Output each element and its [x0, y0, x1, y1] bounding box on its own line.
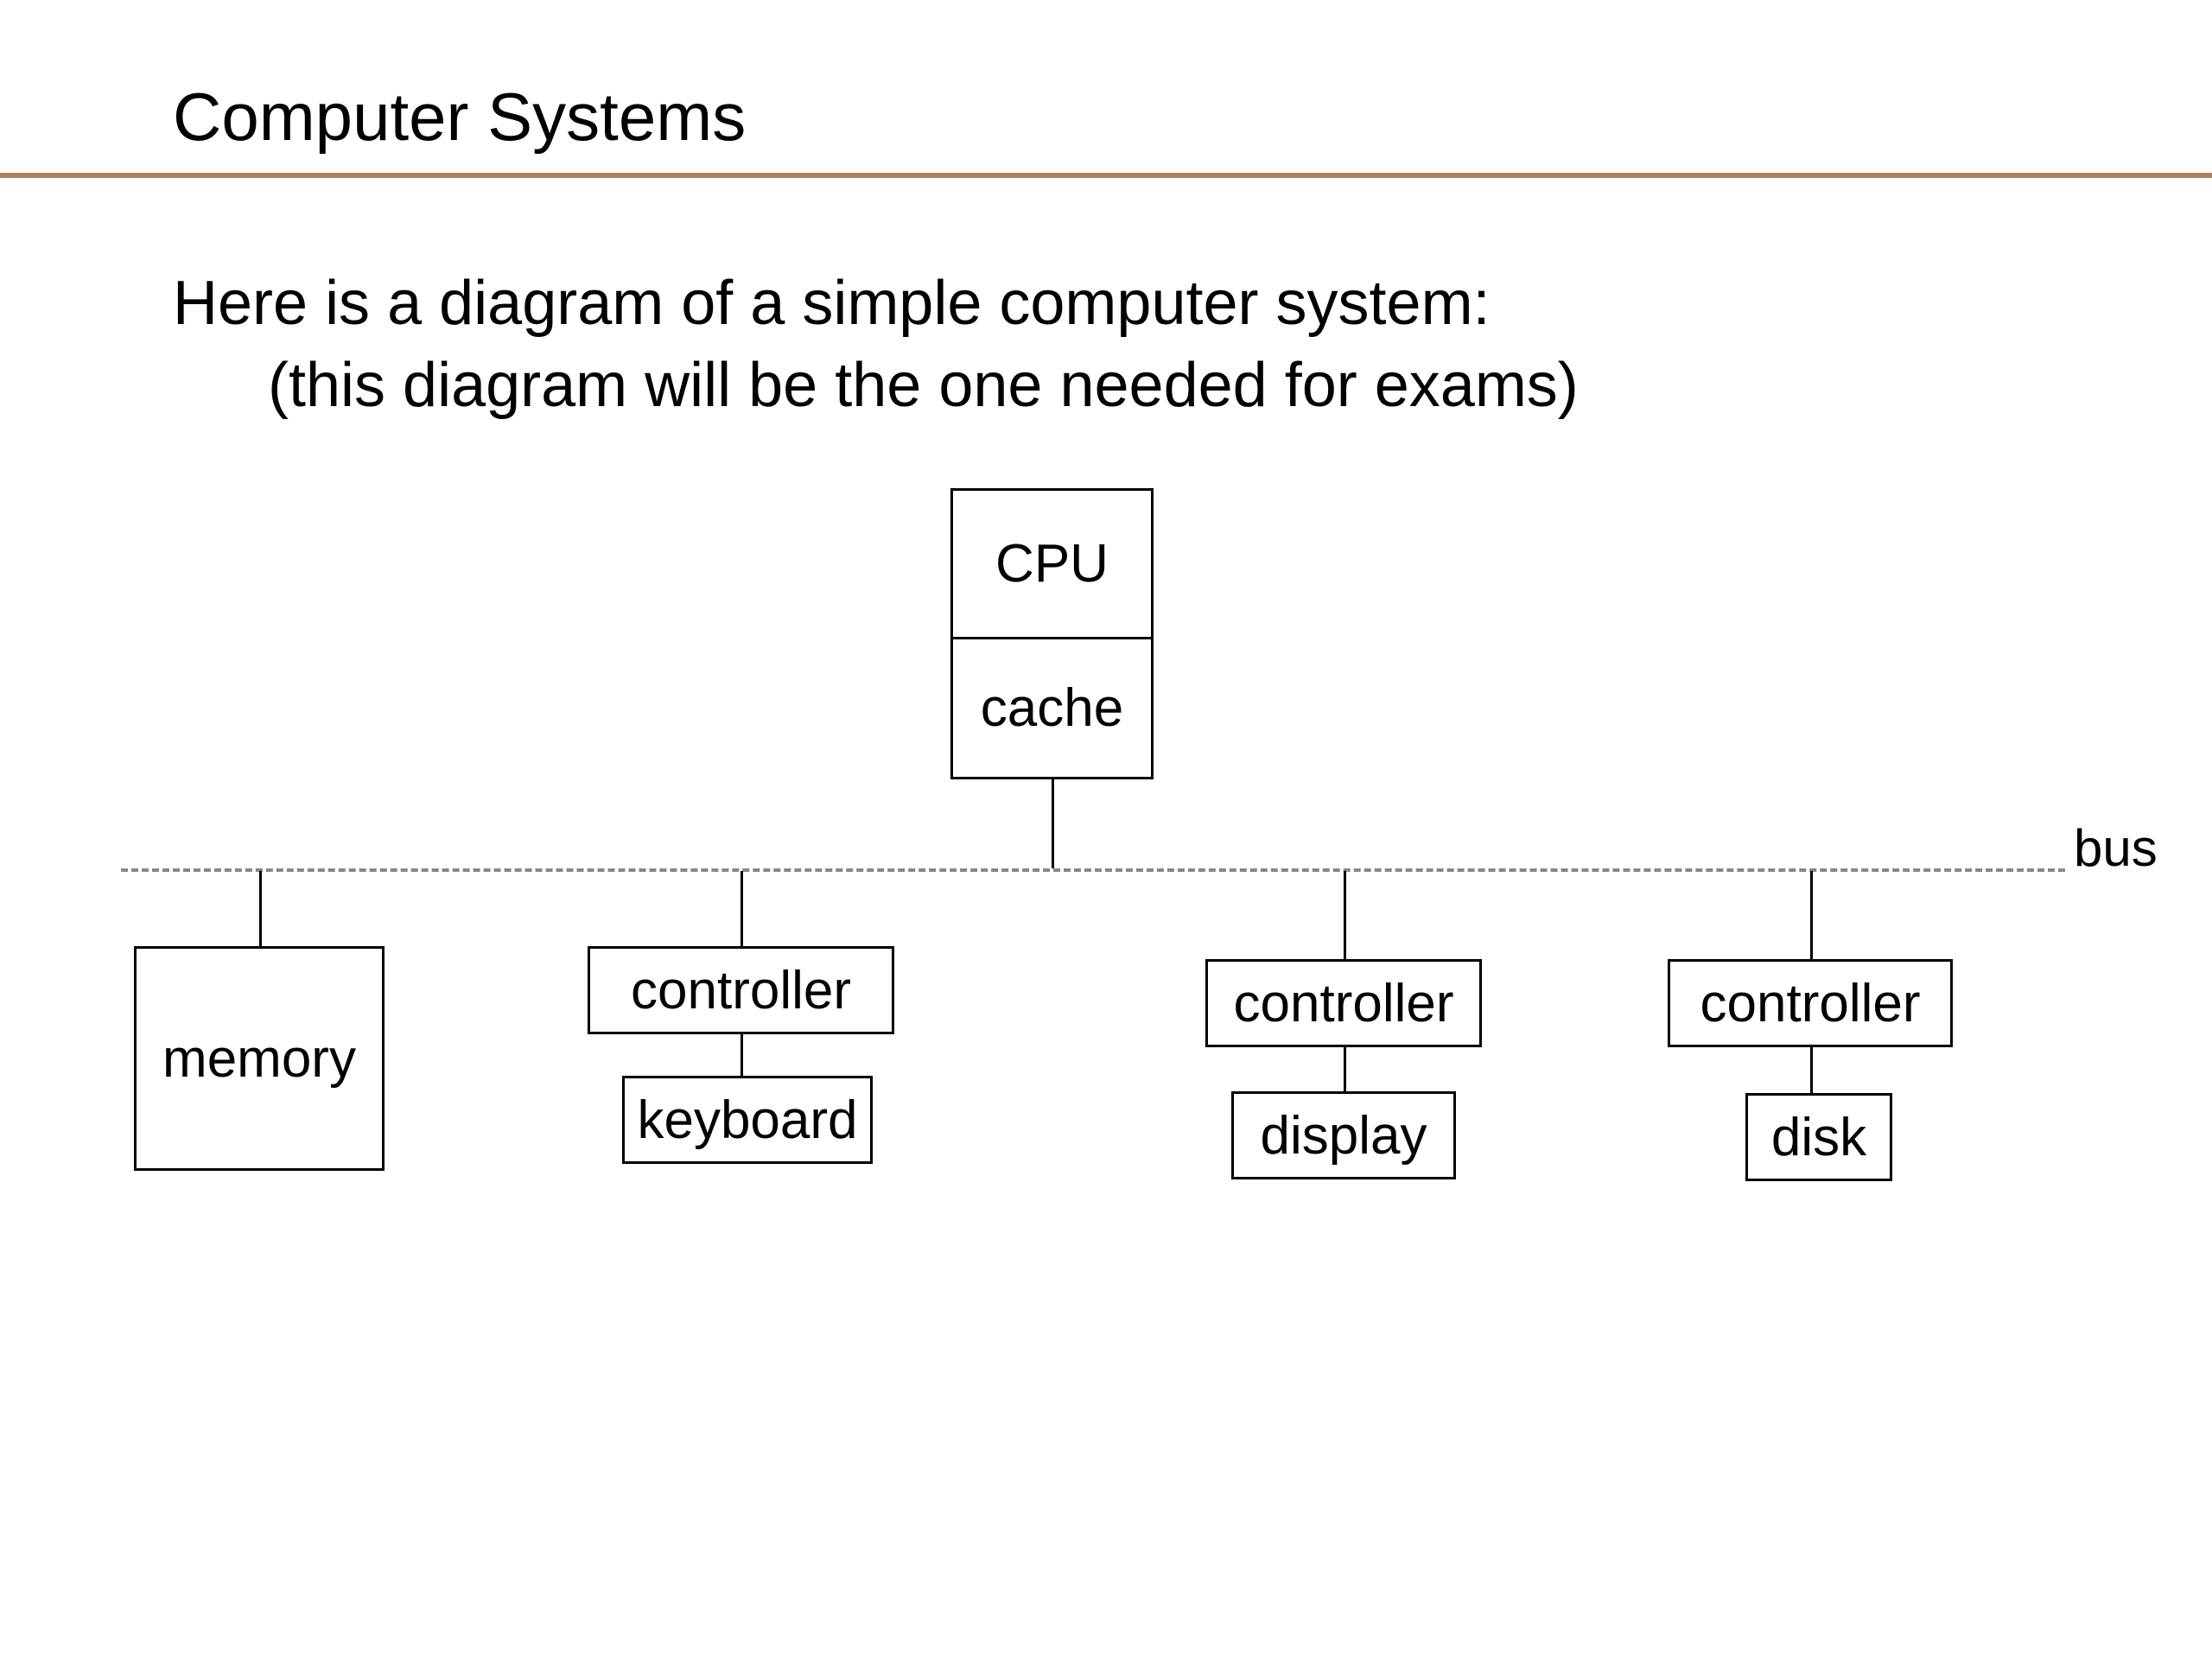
- title-underline: [0, 173, 2212, 178]
- connector-controller3-disk: [1810, 1047, 1813, 1095]
- controller-box-display: controller: [1205, 959, 1482, 1047]
- connector-controller3-bus: [1810, 871, 1813, 962]
- connector-controller1-bus: [741, 871, 743, 949]
- connector-controller1-keyboard: [741, 1034, 743, 1077]
- connector-controller2-bus: [1344, 871, 1346, 962]
- cpu-box: CPU: [950, 488, 1154, 639]
- bus-label: bus: [2074, 818, 2158, 878]
- slide: Computer Systems Here is a diagram of a …: [0, 0, 2212, 1659]
- page-title: Computer Systems: [173, 78, 746, 156]
- controller-box-disk: controller: [1668, 959, 1953, 1047]
- memory-box: memory: [134, 946, 385, 1171]
- controller-box-keyboard: controller: [588, 946, 894, 1034]
- body-line-1: Here is a diagram of a simple computer s…: [173, 268, 1491, 339]
- keyboard-box: keyboard: [622, 1076, 873, 1164]
- bus-line: [121, 868, 2065, 872]
- connector-memory-bus: [259, 871, 262, 949]
- disk-box: disk: [1745, 1093, 1892, 1181]
- cache-box: cache: [950, 637, 1154, 779]
- connector-controller2-display: [1344, 1047, 1346, 1093]
- system-diagram: CPU cache bus memory controller keyboard…: [0, 488, 2212, 1266]
- body-line-2: (this diagram will be the one needed for…: [268, 350, 1579, 421]
- connector-cache-bus: [1052, 779, 1054, 868]
- display-box: display: [1231, 1091, 1456, 1179]
